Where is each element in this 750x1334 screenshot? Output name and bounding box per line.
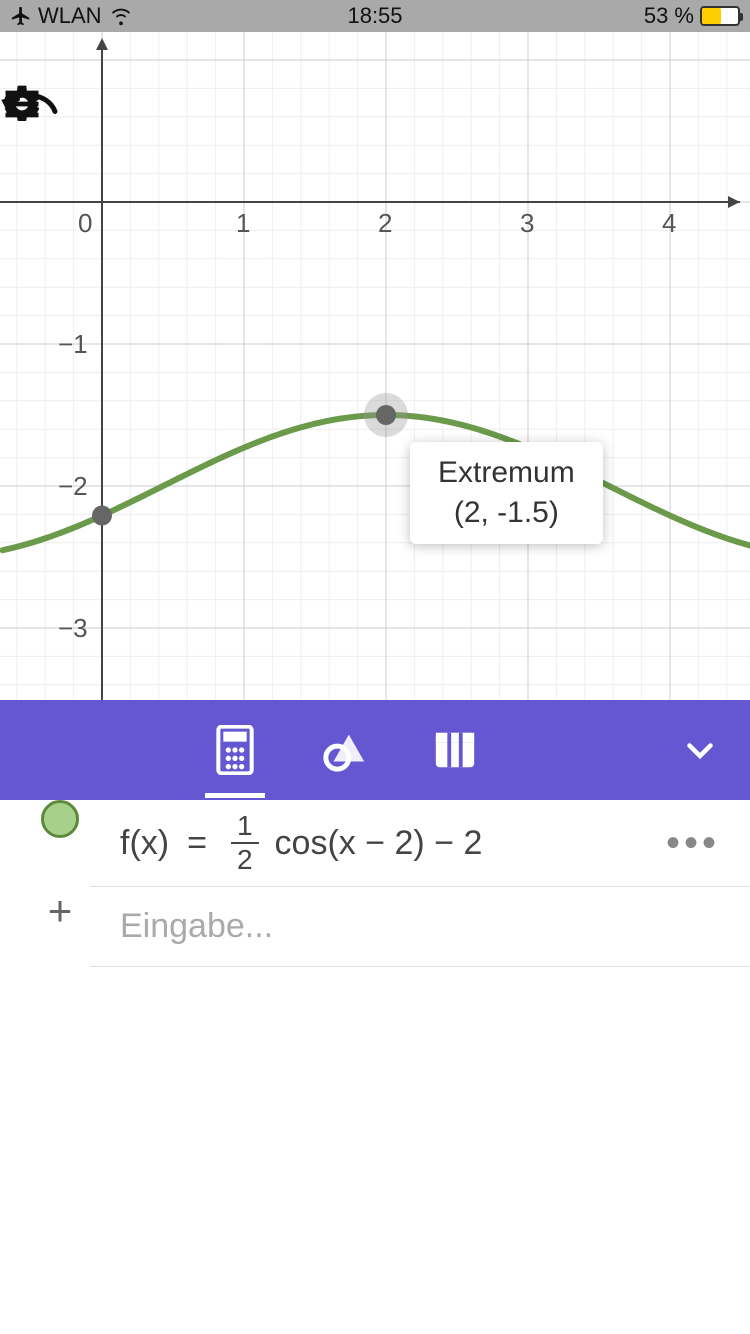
status-right: 53 % <box>644 3 740 29</box>
algebra-row-1[interactable]: f(x) = 1 2 cos(x − 2) − 2 ••• <box>0 800 750 887</box>
wlan-label: WLAN <box>38 3 102 29</box>
svg-text:3: 3 <box>520 208 534 238</box>
tab-algebra[interactable] <box>210 720 260 780</box>
row-more-button[interactable]: ••• <box>666 821 720 866</box>
graph-toolbar <box>0 82 750 182</box>
undo-button[interactable] <box>110 92 190 172</box>
table-icon <box>432 727 478 773</box>
svg-text:2: 2 <box>378 208 392 238</box>
calculator-icon <box>215 725 255 775</box>
formula-fx: f(x) <box>120 824 169 863</box>
svg-text:−1: −1 <box>58 329 88 359</box>
status-bar: WLAN 18:55 53 % <box>0 0 750 32</box>
formula-num: 1 <box>231 812 259 844</box>
settings-button[interactable] <box>640 92 720 172</box>
status-time: 18:55 <box>347 3 402 29</box>
tooltip-title: Extremum <box>438 456 575 490</box>
collapse-button[interactable] <box>670 710 730 790</box>
tab-tools[interactable] <box>320 720 370 780</box>
formula-display[interactable]: f(x) = 1 2 cos(x − 2) − 2 <box>120 812 666 874</box>
plus-icon: + <box>48 887 73 935</box>
input-placeholder[interactable]: Eingabe... <box>120 907 273 946</box>
formula-eq: = <box>187 824 207 863</box>
view-tab-bar <box>0 700 750 800</box>
svg-text:−2: −2 <box>58 471 88 501</box>
battery-percent: 53 % <box>644 3 694 29</box>
battery-icon <box>700 6 740 26</box>
svg-text:0: 0 <box>78 208 92 238</box>
status-left: WLAN <box>10 3 134 29</box>
shapes-icon <box>322 727 368 773</box>
algebra-input-row[interactable]: + Eingabe... <box>0 887 750 967</box>
tooltip-coords: (2, -1.5) <box>438 496 575 530</box>
extremum-tooltip: Extremum (2, -1.5) <box>410 442 603 544</box>
chevron-down-icon <box>682 732 718 768</box>
formula-fraction: 1 2 <box>231 812 259 874</box>
formula-den: 2 <box>237 844 253 874</box>
wifi-icon <box>108 5 134 27</box>
formula-rest: cos(x − 2) − 2 <box>275 824 483 863</box>
svg-text:−3: −3 <box>58 613 88 643</box>
gear-icon <box>0 82 44 126</box>
airplane-icon <box>10 5 32 27</box>
graph-canvas[interactable]: 0 1 2 3 4 −1 −2 −3 Extremum (2, -1.5) <box>0 32 750 700</box>
series-color-toggle[interactable] <box>41 800 79 838</box>
tab-table[interactable] <box>430 720 480 780</box>
svg-text:4: 4 <box>662 208 676 238</box>
svg-text:1: 1 <box>236 208 250 238</box>
